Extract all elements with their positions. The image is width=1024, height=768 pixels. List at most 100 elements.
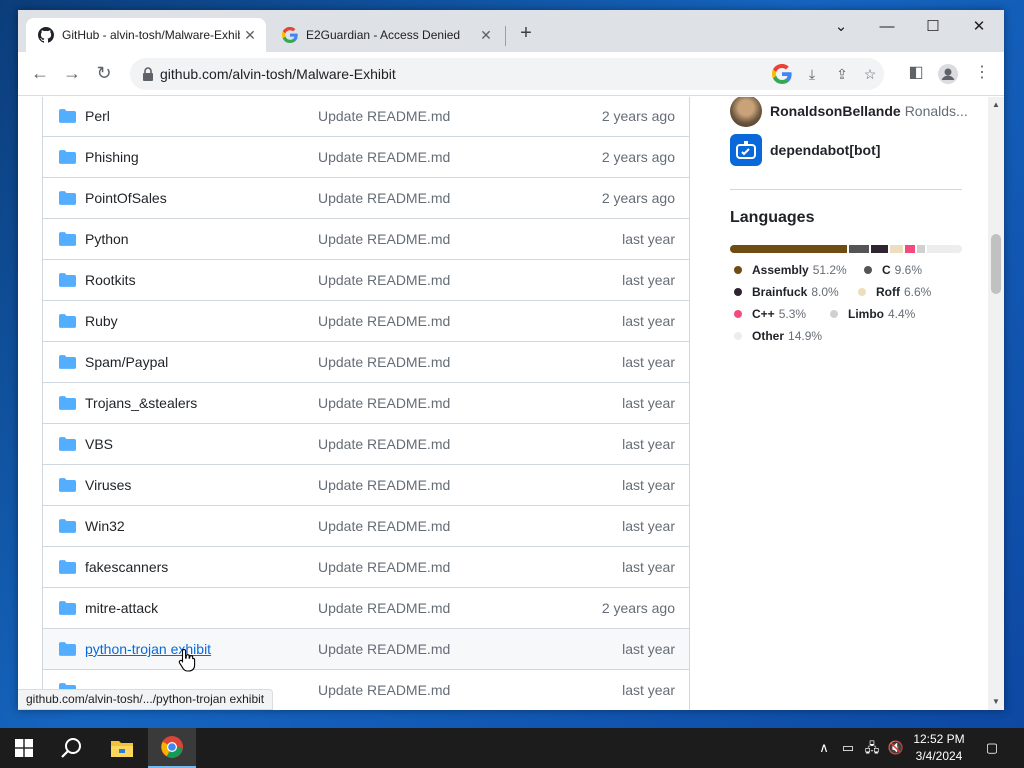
table-row[interactable]: Python Update README.md last year xyxy=(43,219,689,260)
network-icon[interactable]: 🖧 xyxy=(862,738,882,758)
close-icon[interactable]: ✕ xyxy=(476,27,496,44)
back-arrow-icon[interactable]: ← xyxy=(28,62,52,86)
file-name-link[interactable]: fakescanners xyxy=(85,559,168,575)
table-row[interactable]: Phishing Update README.md 2 years ago xyxy=(43,137,689,178)
commit-message-link[interactable]: Update README.md xyxy=(318,477,450,493)
commit-message-link[interactable]: Update README.md xyxy=(318,108,450,124)
page-scrollbar[interactable]: ▲ ▼ xyxy=(988,97,1004,710)
language-name: Brainfuck xyxy=(752,285,808,299)
file-name-link[interactable]: Viruses xyxy=(85,477,131,493)
table-row[interactable]: fakescanners Update README.md last year xyxy=(43,547,689,588)
kebab-menu-icon[interactable]: ⋮ xyxy=(970,62,994,86)
volume-muted-icon[interactable]: 🔇 xyxy=(886,738,906,758)
contributor-item[interactable]: dependabot[bot] xyxy=(730,132,880,168)
commit-message-link[interactable]: Update README.md xyxy=(318,600,450,616)
table-row[interactable]: Win32 Update README.md last year xyxy=(43,506,689,547)
install-icon[interactable]: ⤓ xyxy=(802,64,822,84)
file-name-link[interactable]: Trojans_&stealers xyxy=(85,395,197,411)
close-icon[interactable]: ✕ xyxy=(240,27,260,44)
language-legend-item[interactable]: Assembly 51.2% xyxy=(734,263,847,277)
commit-message-link[interactable]: Update README.md xyxy=(318,149,450,165)
new-tab-plus-icon[interactable]: + xyxy=(514,22,538,46)
commit-message-link[interactable]: Update README.md xyxy=(318,436,450,452)
language-legend-item[interactable]: Other 14.9% xyxy=(734,329,822,343)
battery-icon[interactable]: ▭ xyxy=(838,738,858,758)
share-icon[interactable]: ⇪ xyxy=(832,64,852,84)
commit-message-link[interactable]: Update README.md xyxy=(318,313,450,329)
commit-message-link[interactable]: Update README.md xyxy=(318,641,450,657)
folder-icon xyxy=(59,232,76,246)
file-name-link[interactable]: Rootkits xyxy=(85,272,136,288)
language-legend-item[interactable]: C 9.6% xyxy=(864,263,922,277)
notification-icon[interactable]: ▢ xyxy=(982,738,1002,758)
table-row[interactable]: VBS Update README.md last year xyxy=(43,424,689,465)
maximize-icon[interactable]: ☐ xyxy=(910,14,956,42)
commit-message-link[interactable]: Update README.md xyxy=(318,518,450,534)
tab-e2guardian[interactable]: E2Guardian - Access Denied ✕ xyxy=(270,18,502,52)
language-name: Assembly xyxy=(752,263,809,277)
commit-message-link[interactable]: Update README.md xyxy=(318,190,450,206)
language-bar-segment xyxy=(889,245,905,253)
reload-icon[interactable]: ↻ xyxy=(92,62,116,86)
commit-age: last year xyxy=(622,395,675,411)
table-row[interactable]: Rootkits Update README.md last year xyxy=(43,260,689,301)
language-legend-item[interactable]: Limbo 4.4% xyxy=(830,307,915,321)
file-name-link[interactable]: Win32 xyxy=(85,518,125,534)
commit-message-link[interactable]: Update README.md xyxy=(318,231,450,247)
commit-age: last year xyxy=(622,682,675,698)
profile-icon[interactable] xyxy=(936,62,960,86)
side-panel-icon[interactable]: ◧ xyxy=(904,62,928,86)
chrome-icon[interactable] xyxy=(148,728,196,768)
table-row[interactable]: Viruses Update README.md last year xyxy=(43,465,689,506)
file-name-link[interactable]: Phishing xyxy=(85,149,139,165)
table-row[interactable]: Perl Update README.md 2 years ago xyxy=(43,97,689,137)
file-name-link[interactable]: Ruby xyxy=(85,313,118,329)
commit-age: last year xyxy=(622,477,675,493)
google-lens-icon[interactable] xyxy=(772,64,792,84)
search-icon[interactable] xyxy=(48,728,96,768)
tab-github[interactable]: GitHub - alvin-tosh/Malware-Exhibit ✕ xyxy=(26,18,266,52)
folder-icon xyxy=(59,109,76,123)
table-row[interactable]: Trojans_&stealers Update README.md last ye… xyxy=(43,383,689,424)
scroll-thumb[interactable] xyxy=(991,234,1001,294)
file-name-link[interactable]: Perl xyxy=(85,108,110,124)
address-bar[interactable]: github.com/alvin-tosh/Malware-Exhibit ⤓ … xyxy=(130,58,884,90)
language-name: Other xyxy=(752,329,785,343)
table-row[interactable]: Spam/Paypal Update README.md last year xyxy=(43,342,689,383)
table-row[interactable]: python-trojan exhibit Update README.md las… xyxy=(43,629,689,670)
hand-cursor-icon xyxy=(178,648,196,672)
file-name-link[interactable]: Spam/Paypal xyxy=(85,354,168,370)
minimize-icon[interactable]: — xyxy=(864,14,910,42)
tray-chevron-up-icon[interactable]: ∧ xyxy=(814,738,834,758)
scroll-up-arrow-icon[interactable]: ▲ xyxy=(992,101,1000,109)
file-name-link[interactable]: mitre-attack xyxy=(85,600,158,616)
language-legend-item[interactable]: C++ 5.3% xyxy=(734,307,806,321)
file-name-link[interactable]: Python xyxy=(85,231,129,247)
commit-message-link[interactable]: Update README.md xyxy=(318,272,450,288)
commit-age: last year xyxy=(622,641,675,657)
windows-start-icon[interactable] xyxy=(0,728,48,768)
commit-message-link[interactable]: Update README.md xyxy=(318,559,450,575)
commit-message-link[interactable]: Update README.md xyxy=(318,395,450,411)
file-name-link[interactable]: VBS xyxy=(85,436,113,452)
table-row[interactable]: Ruby Update README.md last year xyxy=(43,301,689,342)
language-legend-item[interactable]: Brainfuck 8.0% xyxy=(734,285,839,299)
commit-age: last year xyxy=(622,231,675,247)
github-icon xyxy=(38,27,54,43)
forward-arrow-icon[interactable]: → xyxy=(60,62,84,86)
tab-search-chevron-icon[interactable]: ⌄ xyxy=(818,14,864,42)
language-legend-item[interactable]: Roff 6.6% xyxy=(858,285,931,299)
file-name-link[interactable]: PointOfSales xyxy=(85,190,167,206)
window-close-icon[interactable]: ✕ xyxy=(956,14,1002,42)
commit-message-link[interactable]: Update README.md xyxy=(318,682,450,698)
commit-message-link[interactable]: Update README.md xyxy=(318,354,450,370)
system-clock[interactable]: 12:52 PM 3/4/2024 xyxy=(904,731,974,765)
bookmark-star-icon[interactable]: ☆ xyxy=(860,64,880,84)
table-row[interactable]: mitre-attack Update README.md 2 years ago xyxy=(43,588,689,629)
file-explorer-icon[interactable] xyxy=(98,728,146,768)
contributor-item[interactable]: RonaldsonBellande Ronalds... xyxy=(730,97,968,129)
language-bar xyxy=(730,245,962,253)
scroll-down-arrow-icon[interactable]: ▼ xyxy=(992,698,1000,706)
folder-icon xyxy=(59,601,76,615)
table-row[interactable]: PointOfSales Update README.md 2 years ago xyxy=(43,178,689,219)
